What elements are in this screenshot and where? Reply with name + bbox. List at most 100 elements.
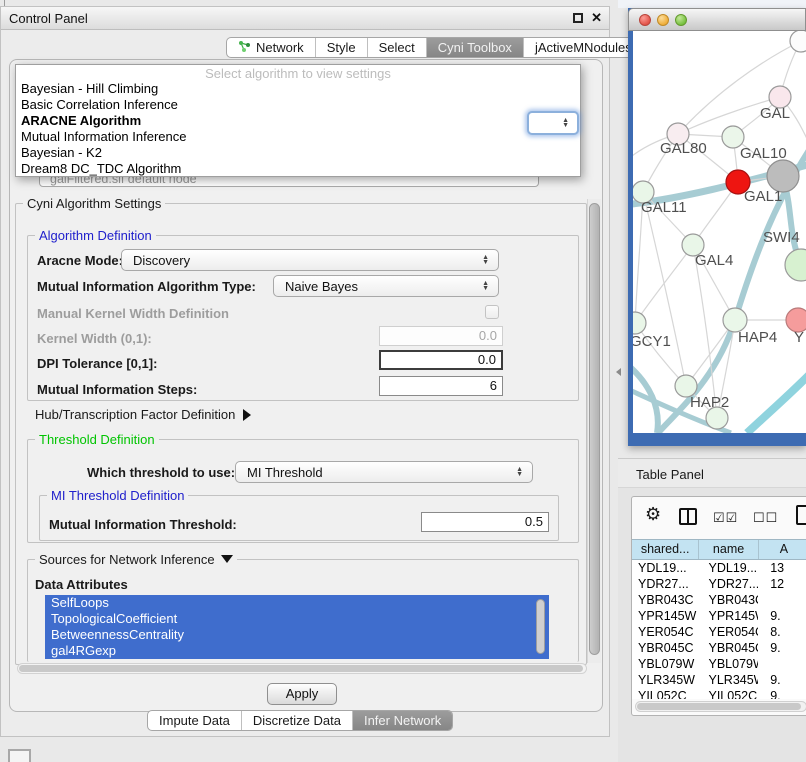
float-window-button[interactable] — [573, 13, 583, 23]
table-cell[interactable]: YBR045C — [632, 640, 699, 656]
column-header-partial[interactable]: A — [759, 540, 806, 559]
table-row[interactable]: YLR345WYLR345W9. — [632, 672, 806, 688]
settings-vertical-scrollbar[interactable] — [587, 199, 601, 663]
table-horizontal-scrollbar[interactable] — [635, 701, 806, 712]
network-edge[interactable] — [643, 192, 686, 386]
algorithm-option-bayesian-k2[interactable]: Bayesian - K2 — [16, 145, 580, 161]
deselect-all-icon[interactable]: ☐☐ — [753, 510, 778, 526]
sources-group-title[interactable]: Sources for Network Inference — [35, 552, 237, 567]
network-node-gcy1[interactable] — [633, 312, 646, 334]
table-cell[interactable]: YER054C — [632, 624, 699, 640]
network-edge[interactable] — [635, 245, 693, 323]
table-row[interactable]: YBR043CYBR043C — [632, 592, 806, 608]
table-row[interactable]: YBL079WYBL079W — [632, 656, 806, 672]
table-cell[interactable]: 9. — [758, 608, 806, 624]
control-panel-titlebar[interactable]: Control Panel ✕ — [1, 7, 609, 30]
settings-horizontal-scrollbar-thumb[interactable] — [19, 665, 583, 672]
table-cell[interactable]: YPR145W — [632, 608, 699, 624]
gear-icon[interactable]: ⚙ — [645, 504, 661, 525]
tab-network[interactable]: Network — [227, 38, 315, 57]
network-edge[interactable] — [747, 373, 806, 433]
mi-algorithm-type-combo[interactable]: Naive Bayes ▲▼ — [273, 275, 499, 297]
network-canvas[interactable]: GALGAL80GAL10GAL1GAL11GAL4SWI4GCY1HAP4YH… — [633, 31, 806, 433]
tab-impute-data[interactable]: Impute Data — [148, 711, 241, 730]
table-cell[interactable]: YBR045C — [699, 640, 759, 656]
attribute-item-betweennesscentrality[interactable]: BetweennessCentrality — [45, 627, 549, 643]
apply-button[interactable]: Apply — [267, 683, 337, 705]
table-cell[interactable]: 9. — [758, 672, 806, 688]
table-row[interactable]: YBR045CYBR045C9. — [632, 640, 806, 656]
table-row[interactable]: YIL052CYIL052C9. — [632, 688, 806, 699]
table-cell[interactable]: YBL079W — [699, 656, 759, 672]
algorithm-option-bayesian-hill-climbing[interactable]: Bayesian - Hill Climbing — [16, 81, 580, 97]
table-cell[interactable]: 8. — [758, 624, 806, 640]
table-cell[interactable]: YLR345W — [632, 672, 699, 688]
table-cell[interactable] — [758, 592, 806, 608]
tab-select[interactable]: Select — [367, 38, 426, 57]
table-panel-titlebar[interactable]: Table Panel — [618, 458, 806, 488]
mi-threshold-field[interactable]: 0.5 — [421, 512, 549, 532]
tab-cyni-toolbox[interactable]: Cyni Toolbox — [426, 38, 523, 57]
table-cell[interactable]: YBR043C — [632, 592, 699, 608]
tab-infer-network[interactable]: Infer Network — [352, 711, 452, 730]
network-graph[interactable]: GALGAL80GAL10GAL1GAL11GAL4SWI4GCY1HAP4YH… — [633, 31, 806, 433]
table-cell[interactable]: YIL052C — [699, 688, 759, 699]
select-all-icon[interactable]: ☑☑ — [713, 510, 738, 526]
algorithm-option-aracne[interactable]: ARACNE Algorithm — [16, 113, 580, 129]
tab-jactivemnodules[interactable]: jActiveMNodules — [523, 38, 643, 57]
algorithm-option-mutual-information[interactable]: Mutual Information Inference — [16, 129, 580, 145]
network-node-swi4[interactable] — [785, 249, 806, 281]
network-node[interactable] — [790, 31, 806, 52]
which-threshold-combo[interactable]: MI Threshold ▲▼ — [235, 461, 533, 483]
table-cell[interactable]: 9. — [758, 688, 806, 699]
attribute-item-selfloops[interactable]: SelfLoops — [45, 595, 549, 611]
table-cell[interactable]: YDR27... — [632, 576, 699, 592]
table-cell[interactable]: 13 — [758, 560, 806, 576]
table-cell[interactable]: YDR27... — [699, 576, 759, 592]
table-cell[interactable]: YBR043C — [699, 592, 759, 608]
kernel-width-field[interactable]: 0.0 — [379, 326, 503, 346]
table-cell[interactable]: 12 — [758, 576, 806, 592]
table-cell[interactable]: YBL079W — [632, 656, 699, 672]
table-cell[interactable]: YLR345W — [699, 672, 759, 688]
network-window-titlebar[interactable] — [628, 8, 806, 31]
settings-horizontal-scrollbar[interactable] — [17, 663, 587, 674]
tab-discretize-data[interactable]: Discretize Data — [241, 711, 352, 730]
table-cell[interactable]: 9. — [758, 640, 806, 656]
aracne-mode-combo[interactable]: Discovery ▲▼ — [121, 249, 499, 271]
table-cell[interactable]: YPR145W — [699, 608, 759, 624]
zoom-traffic-light[interactable] — [675, 14, 687, 26]
manual-kernel-width-checkbox[interactable] — [485, 305, 499, 319]
algorithm-option-basic-correlation[interactable]: Basic Correlation Inference — [16, 97, 580, 113]
table-cell[interactable]: YDL19... — [632, 560, 699, 576]
inference-algorithm-combo-stepper[interactable]: ▲▼ — [527, 111, 579, 135]
column-header-name[interactable]: name — [699, 540, 759, 559]
table-horizontal-scrollbar-thumb[interactable] — [637, 703, 801, 710]
table-cell[interactable]: YDL19... — [699, 560, 759, 576]
table-cell[interactable] — [758, 656, 806, 672]
splitter-collapse-arrow[interactable] — [616, 368, 621, 376]
attributes-list-scrollbar[interactable] — [536, 599, 545, 654]
document-icon[interactable] — [796, 505, 806, 525]
settings-vertical-scrollbar-thumb[interactable] — [589, 203, 600, 655]
columns-icon[interactable] — [679, 508, 697, 525]
attribute-item-topologicalcoefficient[interactable]: TopologicalCoefficient — [45, 611, 549, 627]
table-cell[interactable]: YIL052C — [632, 688, 699, 699]
mi-steps-field[interactable]: 6 — [379, 376, 503, 396]
column-header-shared-name[interactable]: shared... — [632, 540, 699, 559]
close-traffic-light[interactable] — [639, 14, 651, 26]
data-attributes-list[interactable]: SelfLoops TopologicalCoefficient Between… — [45, 595, 549, 659]
table-cell[interactable]: YER054C — [699, 624, 759, 640]
minimize-traffic-light[interactable] — [657, 14, 669, 26]
algorithm-option-dream8[interactable]: Dream8 DC_TDC Algorithm — [16, 161, 580, 177]
dpi-tolerance-field[interactable]: 0.0 — [379, 350, 503, 370]
table-row[interactable]: YPR145WYPR145W9. — [632, 608, 806, 624]
table-row[interactable]: YER054CYER054C8. — [632, 624, 806, 640]
close-panel-button[interactable]: ✕ — [591, 10, 602, 26]
hub-tf-definition-toggle[interactable]: Hub/Transcription Factor Definition — [35, 407, 251, 422]
float-panel-icon[interactable] — [8, 749, 31, 762]
attribute-item-gal4rgexp[interactable]: gal4RGexp — [45, 643, 549, 659]
table-row[interactable]: YDL19...YDL19...13 — [632, 560, 806, 576]
tab-style[interactable]: Style — [315, 38, 367, 57]
table-row[interactable]: YDR27...YDR27...12 — [632, 576, 806, 592]
